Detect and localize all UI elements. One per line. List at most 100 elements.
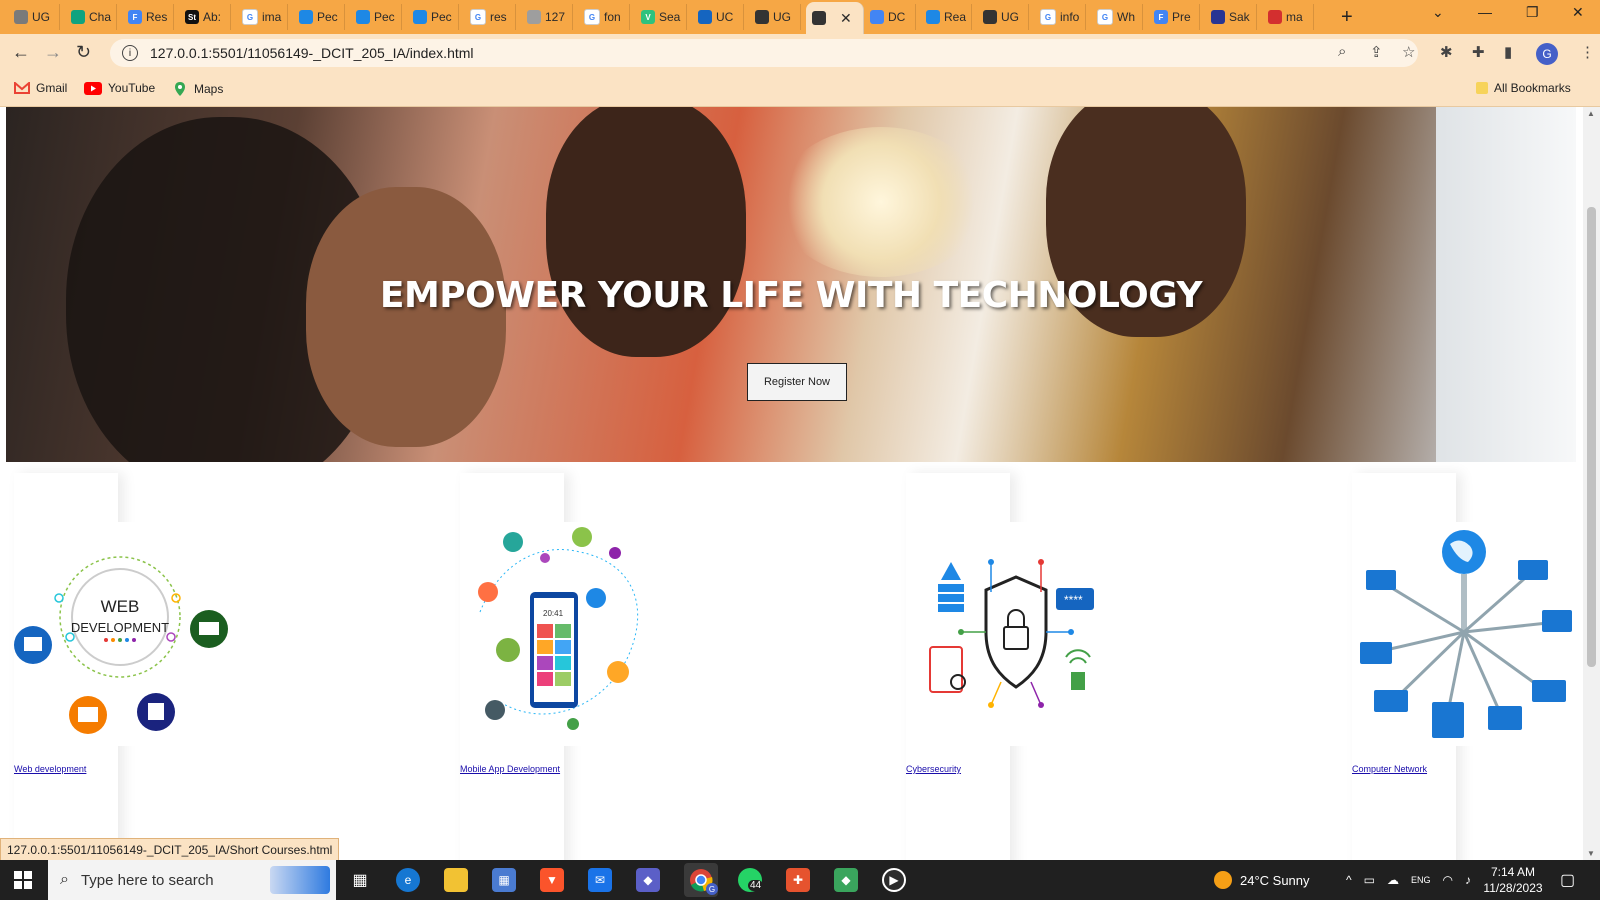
back-button[interactable]: ← (12, 42, 30, 63)
tab-favicon-icon (71, 10, 85, 24)
side-panel-icon[interactable]: ▮ (1504, 43, 1512, 61)
zoom-icon[interactable]: ⌕ (1338, 43, 1346, 60)
taskbar-clock[interactable]: 7:14 AM 11/28/2023 (1478, 864, 1548, 896)
tab-favicon-icon (983, 10, 997, 24)
mobile-app-illustration-phone-time: 20:41 (543, 609, 564, 618)
browser-tab-active[interactable]: ✕ (806, 2, 864, 34)
extensions-puzzle-icon[interactable]: ✚ (1472, 43, 1485, 61)
scroll-down-icon[interactable]: ▼ (1587, 849, 1595, 858)
forward-button[interactable]: → (44, 42, 62, 63)
minimize-button[interactable]: — (1478, 4, 1492, 20)
tab-favicon-icon (527, 10, 541, 24)
browser-tab[interactable]: Rea (920, 4, 972, 30)
chrome-icon[interactable]: G (684, 863, 718, 897)
course-link-computer-network[interactable]: Computer Network (1352, 764, 1427, 774)
sun-icon (1214, 871, 1232, 889)
scrollbar-thumb[interactable] (1587, 207, 1596, 667)
notification-icon[interactable]: ▢ (1560, 860, 1575, 900)
browser-tab[interactable]: Ginfo (1034, 4, 1086, 30)
browser-tab-strip: UG Cha F Res St Ab: Gima Pec Pec Pec Gres 127 Gfon V S… (0, 0, 1600, 34)
git-icon[interactable]: ◆ (834, 868, 858, 892)
file-explorer-icon[interactable] (444, 868, 468, 892)
browser-tab[interactable]: Pec (407, 4, 459, 30)
browser-tab[interactable]: Pec (293, 4, 345, 30)
browser-tab[interactable]: ma (1262, 4, 1314, 30)
browser-tab[interactable]: UG (8, 4, 60, 30)
tab-favicon-icon: F (128, 10, 142, 24)
reload-button[interactable]: ↻ (76, 42, 91, 63)
browser-tab[interactable]: St Ab: (179, 4, 231, 30)
tab-search-icon[interactable]: ⌄ (1432, 4, 1444, 21)
tab-title: Ab: (203, 10, 222, 24)
web-development-illustration-caption: DEVELOPMENT (71, 620, 169, 635)
bookmark-label: Maps (194, 82, 224, 96)
wifi-icon[interactable]: ◠ (1443, 873, 1453, 887)
search-icon: ⌕ (60, 871, 69, 888)
browser-tab[interactable]: Cha (65, 4, 117, 30)
scroll-up-icon[interactable]: ▲ (1587, 109, 1595, 118)
edge-icon[interactable]: e (396, 868, 420, 892)
microsoft-store-icon[interactable]: ▦ (492, 868, 516, 892)
postman-icon[interactable]: ✚ (786, 868, 810, 892)
task-view-icon[interactable]: ▦ (348, 868, 372, 892)
bookmark-star-icon[interactable]: ☆ (1402, 43, 1415, 61)
extension-bug-icon[interactable]: ✱ (1440, 43, 1453, 61)
close-window-button[interactable]: ✕ (1572, 4, 1584, 21)
browser-tab[interactable]: UC (692, 4, 744, 30)
whatsapp-icon[interactable]: 44 (738, 868, 764, 892)
bookmark-maps[interactable]: Maps (172, 81, 223, 97)
tab-favicon-icon: G (470, 9, 486, 25)
browser-tab[interactable]: DC (864, 4, 916, 30)
windows-start-icon[interactable] (14, 871, 32, 889)
browser-tab[interactable]: Pec (350, 4, 402, 30)
tab-favicon-icon (870, 10, 884, 24)
mail-icon[interactable]: ✉ (588, 868, 612, 892)
course-link-mobile-app-development[interactable]: Mobile App Development (460, 764, 560, 774)
browser-tab[interactable]: Gfon (578, 4, 630, 30)
tab-title: Cha (89, 10, 112, 24)
browser-tab[interactable]: G Wh (1091, 4, 1143, 30)
browser-tab[interactable]: F Pre (1148, 4, 1200, 30)
browser-tab[interactable]: 127 (521, 4, 573, 30)
teams-icon[interactable]: ◆ (636, 868, 660, 892)
course-link-web-development[interactable]: Web development (14, 764, 86, 774)
browser-tab[interactable]: V Sea (635, 4, 687, 30)
input-language-icon[interactable]: ENG (1411, 875, 1431, 885)
meet-now-icon[interactable]: ▭ (1364, 873, 1375, 887)
page-scrollbar[interactable]: ▲ ▼ (1583, 107, 1600, 860)
new-tab-button[interactable]: + (1341, 6, 1353, 29)
address-bar[interactable]: i 127.0.0.1:5501/11056149-_DCIT_205_IA/i… (110, 39, 1418, 67)
browser-tab[interactable]: Gima (236, 4, 288, 30)
restore-button[interactable]: ❐ (1526, 4, 1539, 21)
profile-avatar[interactable]: G (1536, 43, 1558, 65)
browser-tab[interactable]: UG (977, 4, 1029, 30)
all-bookmarks[interactable]: All Bookmarks (1476, 81, 1571, 95)
bookmark-youtube[interactable]: YouTube (84, 81, 155, 95)
course-link-cybersecurity[interactable]: Cybersecurity (906, 764, 961, 774)
browser-tab[interactable]: Gres (464, 4, 516, 30)
browser-tab[interactable]: UG (749, 4, 801, 30)
close-tab-icon[interactable]: ✕ (840, 10, 852, 27)
tab-favicon-icon (1211, 10, 1225, 24)
browser-tab[interactable]: F Res (122, 4, 174, 30)
toolbar: ← → ↻ i 127.0.0.1:5501/11056149-_DCIT_20… (0, 34, 1600, 72)
register-now-button[interactable]: Register Now (747, 363, 847, 401)
onedrive-icon[interactable]: ☁ (1387, 873, 1399, 887)
page-viewport: EMPOWER YOUR LIFE WITH TECHNOLOGY Regist… (0, 107, 1600, 860)
volume-icon[interactable]: ♪ (1465, 873, 1471, 887)
media-player-icon[interactable]: ▶ (882, 868, 906, 892)
tab-title: res (490, 10, 507, 24)
tab-favicon-icon: G (1097, 9, 1113, 25)
brave-icon[interactable]: ▼ (540, 868, 564, 892)
site-info-icon[interactable]: i (122, 45, 138, 61)
browser-menu-icon[interactable]: ⋮ (1580, 43, 1595, 61)
taskbar-search-box[interactable]: ⌕ Type here to search (48, 860, 336, 900)
weather-widget[interactable]: 24°C Sunny (1214, 860, 1310, 900)
browser-tab[interactable]: Sak (1205, 4, 1257, 30)
tab-favicon-icon (299, 10, 313, 24)
tab-title: info (1060, 10, 1080, 24)
share-icon[interactable]: ⇪ (1370, 43, 1383, 61)
chevron-up-icon[interactable]: ^ (1346, 873, 1352, 887)
clock-time: 7:14 AM (1490, 865, 1536, 879)
bookmark-gmail[interactable]: Gmail (14, 81, 67, 95)
